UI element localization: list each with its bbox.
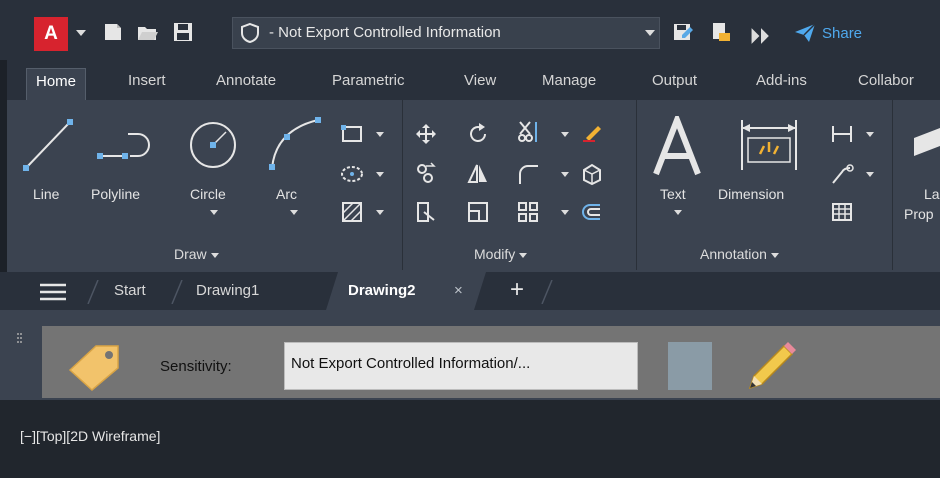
drag-handle-icon[interactable] [16, 332, 22, 346]
leader-icon[interactable] [830, 162, 854, 186]
save-as-icon[interactable] [672, 21, 694, 43]
close-tab-icon[interactable]: × [454, 282, 463, 299]
share-button[interactable]: Share [794, 20, 862, 46]
circle-icon[interactable] [184, 116, 242, 174]
shield-icon [241, 22, 259, 44]
scale-icon[interactable] [466, 200, 490, 224]
hatch-ellipse-icon[interactable] [340, 162, 364, 186]
move-icon[interactable] [414, 122, 438, 146]
tab-separator [87, 280, 99, 304]
line-label[interactable]: Line [33, 186, 59, 202]
draw-panel-title[interactable]: Draw [174, 246, 219, 262]
offset-icon[interactable] [580, 200, 604, 224]
layer-properties-label-bottom[interactable]: Prop [904, 206, 934, 222]
arc-icon[interactable] [262, 112, 324, 174]
plot-icon[interactable] [710, 21, 732, 43]
chevron-down-icon [519, 252, 528, 258]
viewport-controls-label[interactable]: [−][Top][2D Wireframe] [20, 428, 160, 444]
rectangle-icon[interactable] [340, 122, 364, 146]
more-icon[interactable] [750, 25, 772, 47]
chevron-down-icon [210, 252, 219, 258]
ellipse-dropdown-icon[interactable] [376, 172, 384, 177]
tab-insert[interactable]: Insert [128, 72, 166, 89]
chevron-down-icon [770, 252, 779, 258]
tab-view[interactable]: View [464, 72, 496, 89]
tab-output[interactable]: Output [652, 72, 697, 89]
layer-properties-icon[interactable] [912, 128, 940, 168]
sensitivity-title-combo[interactable]: - Not Export Controlled Information [232, 17, 660, 49]
arc-dropdown-icon[interactable] [290, 210, 298, 215]
dimension-icon[interactable] [738, 114, 800, 176]
arc-label[interactable]: Arc [276, 186, 297, 202]
hatch-icon[interactable] [340, 200, 364, 224]
erase-icon[interactable] [580, 120, 604, 144]
file-tab-bar: Start Drawing1 Drawing2 × + [0, 272, 940, 310]
mirror-icon[interactable] [466, 162, 490, 186]
polyline-icon[interactable] [94, 120, 156, 170]
circle-label[interactable]: Circle [190, 186, 226, 202]
sensitivity-color-swatch[interactable] [668, 342, 712, 390]
pencil-icon[interactable] [742, 338, 798, 394]
add-tab-icon[interactable]: + [510, 276, 524, 304]
share-label: Share [822, 24, 863, 42]
ribbon-tab-bar: Home Insert Annotate Parametric View Man… [0, 60, 940, 100]
tab-annotate[interactable]: Annotate [216, 72, 276, 89]
file-tab-start[interactable]: Start [114, 282, 146, 299]
modify-panel-title[interactable]: Modify [474, 246, 528, 262]
fillet-icon[interactable] [516, 162, 540, 186]
chevron-down-icon[interactable] [645, 30, 655, 36]
array-dropdown-icon[interactable] [561, 210, 569, 215]
panel-divider [402, 100, 403, 270]
file-tab-drawing1[interactable]: Drawing1 [196, 282, 259, 299]
text-dropdown-icon[interactable] [674, 210, 682, 215]
linear-dimension-icon[interactable] [830, 122, 854, 146]
copy-icon[interactable] [414, 162, 438, 186]
line-icon[interactable] [20, 114, 76, 174]
tab-manage[interactable]: Manage [542, 72, 596, 89]
hamburger-menu-icon[interactable] [40, 283, 66, 301]
tab-parametric[interactable]: Parametric [332, 72, 405, 89]
layer-properties-label-top[interactable]: La [924, 186, 940, 202]
dimension-label[interactable]: Dimension [718, 186, 784, 202]
trim-dropdown-icon[interactable] [561, 132, 569, 137]
fillet-dropdown-icon[interactable] [561, 172, 569, 177]
tag-icon [68, 345, 119, 391]
sensitivity-title-text: - Not Export Controlled Information [269, 24, 501, 41]
tab-collaborate[interactable]: Collabor [858, 72, 914, 89]
app-menu-chevron-icon[interactable] [76, 30, 86, 38]
explode-icon[interactable] [580, 162, 604, 186]
stretch-icon[interactable] [414, 200, 438, 224]
tab-home[interactable]: Home [26, 68, 87, 100]
quick-access-toolbar: A - Not Export Controlled Information Sh… [0, 0, 940, 60]
circle-dropdown-icon[interactable] [210, 210, 218, 215]
panel-divider [892, 100, 893, 270]
file-tab-drawing2[interactable]: Drawing2 [348, 282, 416, 299]
application-menu-button[interactable]: A [34, 17, 68, 51]
dimension-dropdown-icon[interactable] [866, 132, 874, 137]
trim-icon[interactable] [516, 120, 540, 144]
share-icon [795, 23, 816, 42]
panel-divider [636, 100, 637, 270]
sensitivity-label: Sensitivity: [160, 358, 232, 375]
rotate-icon[interactable] [466, 122, 490, 146]
tab-separator [171, 280, 183, 304]
rectangle-dropdown-icon[interactable] [376, 132, 384, 137]
hatch-dropdown-icon[interactable] [376, 210, 384, 215]
array-icon[interactable] [516, 200, 540, 224]
table-icon[interactable] [830, 200, 854, 224]
open-icon[interactable] [136, 21, 158, 43]
sensitivity-value-text: Not Export Controlled Information/... [291, 355, 531, 372]
annotation-panel-title[interactable]: Annotation [700, 246, 779, 262]
text-icon[interactable] [652, 116, 702, 176]
polyline-label[interactable]: Polyline [91, 186, 140, 202]
text-label[interactable]: Text [660, 186, 686, 202]
tab-add-ins[interactable]: Add-ins [756, 72, 807, 89]
tab-separator [541, 280, 553, 304]
sensitivity-value-field[interactable]: Not Export Controlled Information/... [284, 342, 638, 390]
new-icon[interactable] [102, 21, 124, 43]
save-icon[interactable] [172, 21, 194, 43]
leader-dropdown-icon[interactable] [866, 172, 874, 177]
